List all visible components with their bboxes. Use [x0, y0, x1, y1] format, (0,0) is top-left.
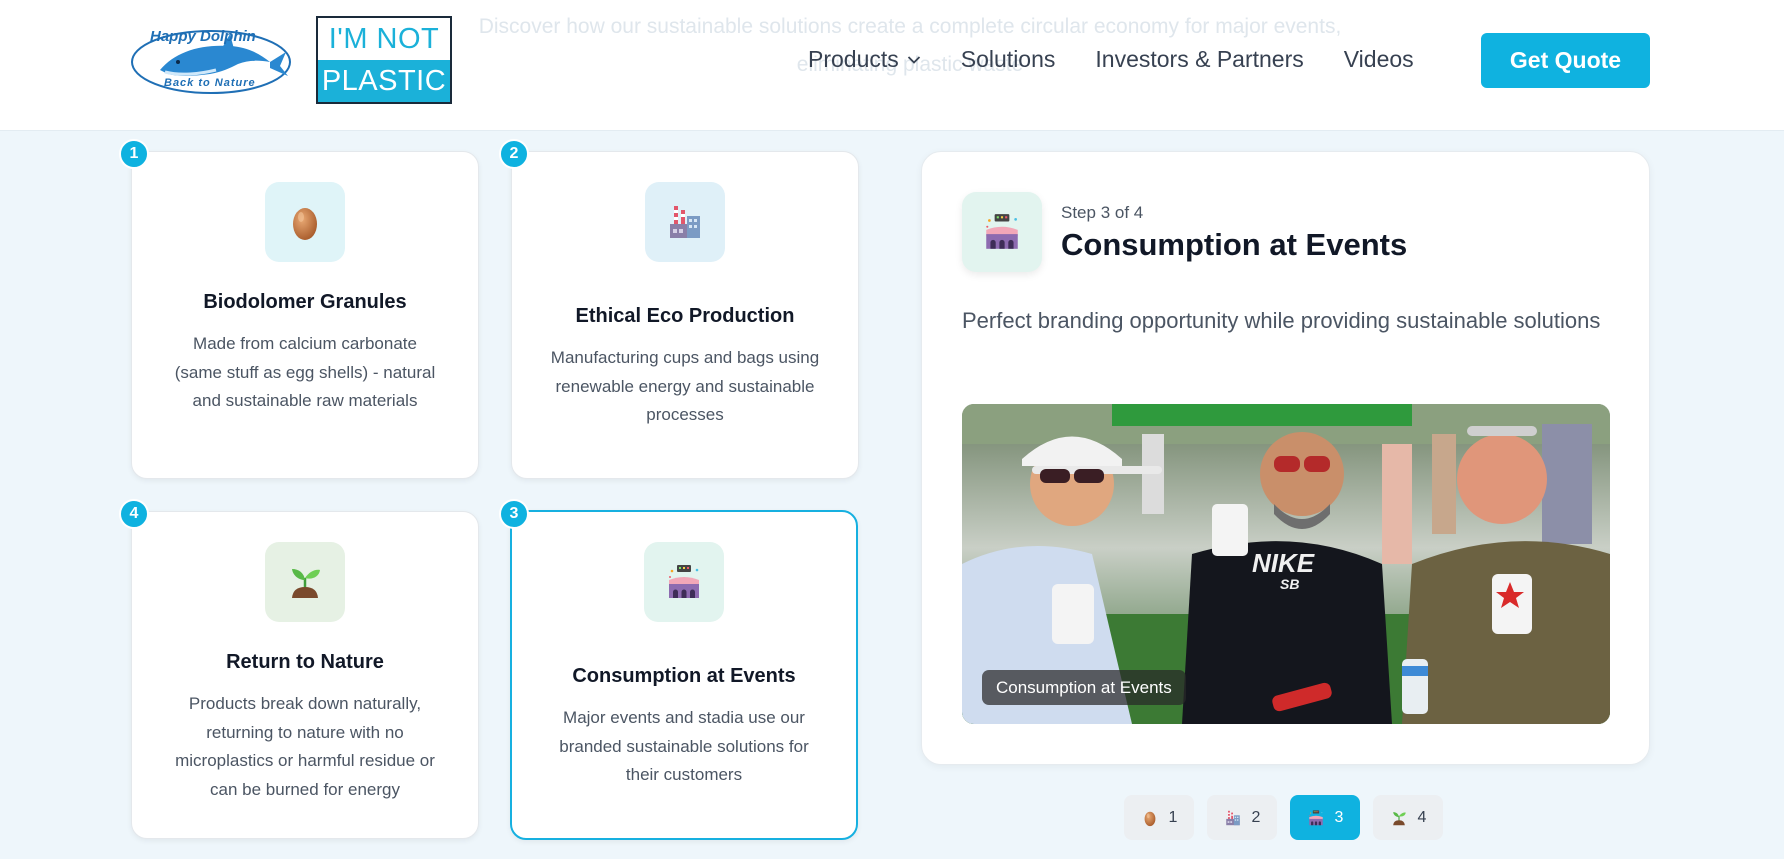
pager-label: 2 — [1251, 808, 1261, 826]
card-title: Ethical Eco Production — [575, 305, 795, 327]
detail-description: Perfect branding opportunity while provi… — [962, 308, 1601, 333]
nav-solutions[interactable]: Solutions — [961, 46, 1056, 73]
pager-step-2[interactable]: 2 — [1207, 795, 1277, 840]
card-description: Manufacturing cups and bags using renewa… — [550, 348, 820, 424]
card-description: Products break down naturally, returning… — [175, 694, 435, 799]
logo-top-text: Happy Dolphin — [150, 28, 256, 45]
egg-icon — [285, 202, 325, 242]
pager-label: 3 — [1334, 808, 1344, 826]
sprout-icon — [285, 562, 325, 602]
step-badge-1: 1 — [119, 139, 149, 169]
stadium-icon — [1307, 809, 1325, 827]
pager-label: 4 — [1417, 808, 1427, 826]
shirt-sub-text: SB — [1280, 576, 1299, 592]
factory-icon — [665, 202, 705, 242]
step-card-eco-production[interactable]: Ethical Eco Production Manufacturing cup… — [511, 151, 859, 479]
im-not-plastic-logo[interactable]: I'M NOT PLASTIC — [316, 16, 452, 104]
nav-products-label: Products — [808, 46, 899, 72]
card-title: Return to Nature — [226, 651, 384, 673]
step-card-return-to-nature[interactable]: Return to Nature Products break down nat… — [131, 511, 479, 839]
stadium-icon — [664, 562, 704, 602]
happy-dolphin-logo[interactable]: Happy Dolphin Back to Nature — [130, 22, 292, 98]
nav-investors-partners[interactable]: Investors & Partners — [1095, 46, 1303, 73]
pager-step-4[interactable]: 4 — [1373, 795, 1443, 840]
nav-products[interactable]: Products — [808, 46, 921, 73]
card-description: Made from calcium carbonate (same stuff … — [174, 334, 436, 410]
card-description: Major events and stadia use our branded … — [559, 708, 809, 784]
card-title: Consumption at Events — [572, 665, 796, 687]
step-badge-3: 3 — [499, 499, 529, 529]
card-title: Biodolomer Granules — [203, 291, 407, 313]
step-card-biodolomer[interactable]: Biodolomer Granules Made from calcium ca… — [131, 151, 479, 479]
pager-label: 1 — [1168, 808, 1178, 826]
get-quote-button[interactable]: Get Quote — [1481, 33, 1650, 88]
card-icon-box — [265, 182, 345, 262]
step-badge-4: 4 — [119, 499, 149, 529]
nav-videos[interactable]: Videos — [1344, 46, 1414, 73]
logo-plastic-line2: PLASTIC — [318, 60, 450, 102]
logo-bottom-text: Back to Nature — [164, 77, 256, 89]
step-counter: Step 3 of 4 — [1061, 203, 1144, 222]
egg-icon — [1141, 809, 1159, 827]
stadium-icon — [981, 211, 1023, 253]
photo-caption: Consumption at Events — [982, 670, 1186, 705]
card-icon-box — [265, 542, 345, 622]
step-detail-panel: Step 3 of 4 Consumption at Events Perfec… — [921, 151, 1650, 765]
main-nav: Products Solutions Investors & Partners … — [808, 46, 1454, 73]
detail-title: Consumption at Events — [1061, 227, 1408, 262]
chevron-down-icon — [907, 55, 920, 64]
site-header: Discover how our sustainable solutions c… — [0, 0, 1784, 131]
event-photo: NIKE SB Consumption at Events — [962, 404, 1610, 724]
pager-step-1[interactable]: 1 — [1124, 795, 1194, 840]
step-pager: 1 2 3 4 — [1124, 795, 1456, 840]
detail-icon-box — [962, 192, 1042, 272]
step-badge-2: 2 — [499, 139, 529, 169]
logo-plastic-line1: I'M NOT — [328, 22, 440, 55]
card-icon-box — [644, 542, 724, 622]
card-icon-box — [645, 182, 725, 262]
factory-icon — [1224, 809, 1242, 827]
sprout-icon — [1390, 809, 1408, 827]
pager-step-3[interactable]: 3 — [1290, 795, 1360, 840]
step-card-consumption-events[interactable]: Consumption at Events Major events and s… — [510, 510, 858, 840]
shirt-brand-text: NIKE — [1252, 548, 1315, 578]
